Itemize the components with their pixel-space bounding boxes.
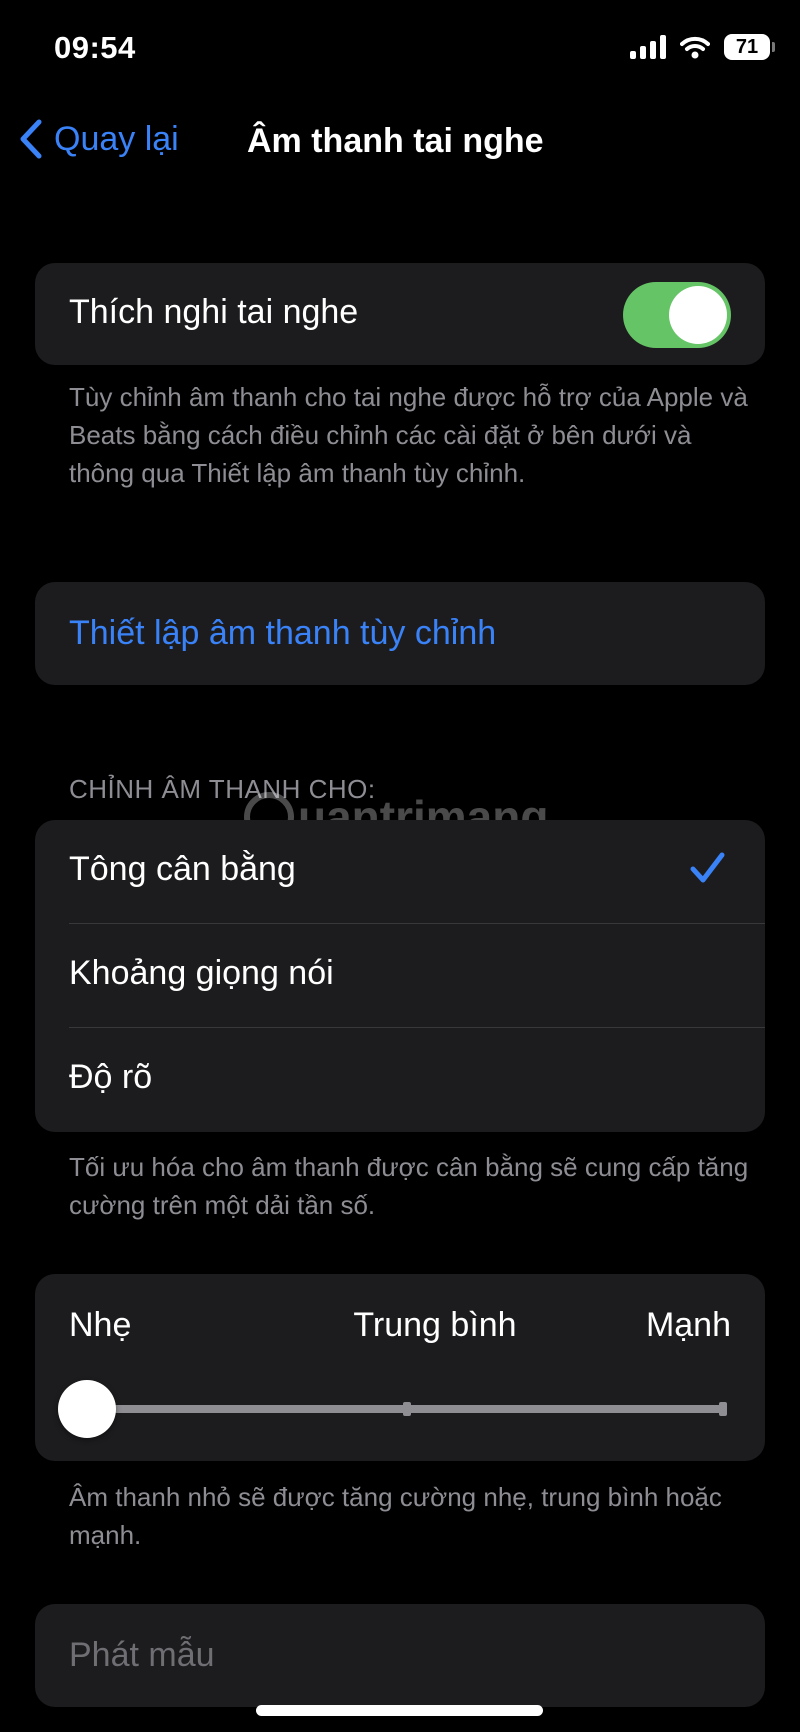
option-vocal-range[interactable]: Khoảng giọng nói bbox=[35, 924, 765, 1028]
status-bar: 09:54 71 bbox=[0, 0, 800, 100]
option-label: Tông cân bằng bbox=[69, 850, 296, 888]
chevron-left-icon bbox=[20, 119, 42, 159]
battery-icon: 71 bbox=[724, 34, 775, 60]
status-time: 09:54 bbox=[54, 30, 136, 65]
strength-slider[interactable] bbox=[58, 1380, 727, 1438]
custom-setup-card[interactable]: Thiết lập âm thanh tùy chỉnh bbox=[35, 582, 765, 685]
option-brightness[interactable]: Độ rõ bbox=[35, 1028, 765, 1132]
strength-card: Nhẹ Trung bình Mạnh bbox=[35, 1274, 765, 1461]
status-icons: 71 bbox=[630, 34, 775, 60]
checkmark-icon bbox=[690, 852, 725, 883]
back-button[interactable]: Quay lại bbox=[18, 118, 179, 160]
home-indicator bbox=[256, 1705, 543, 1716]
play-sample-label[interactable]: Phát mẫu bbox=[69, 1636, 215, 1675]
slider-thumb[interactable] bbox=[58, 1380, 116, 1438]
option-label: Độ rõ bbox=[69, 1058, 153, 1096]
option-balanced-tone[interactable]: Tông cân bằng bbox=[35, 820, 765, 924]
slider-label-light: Nhẹ bbox=[69, 1306, 132, 1344]
slider-label-medium: Trung bình bbox=[353, 1306, 517, 1344]
back-label: Quay lại bbox=[54, 119, 179, 158]
play-sample-card[interactable]: Phát mẫu bbox=[35, 1604, 765, 1707]
adaptation-label: Thích nghi tai nghe bbox=[69, 293, 359, 331]
tune-for-list: Tông cân bằng Khoảng giọng nói Độ rõ bbox=[35, 820, 765, 1132]
adaptation-note: Tùy chỉnh âm thanh cho tai nghe được hỗ … bbox=[69, 382, 748, 488]
adaptation-card: Thích nghi tai nghe bbox=[35, 263, 765, 365]
navigation-bar: Quay lại Âm thanh tai nghe bbox=[0, 100, 800, 180]
toggle-knob bbox=[669, 286, 727, 344]
page-title: Âm thanh tai nghe bbox=[247, 122, 544, 160]
strength-note: Âm thanh nhỏ sẽ được tăng cường nhẹ, tru… bbox=[69, 1482, 722, 1550]
cellular-signal-icon bbox=[630, 35, 666, 59]
slider-tick bbox=[403, 1402, 411, 1416]
slider-label-strong: Mạnh bbox=[645, 1306, 731, 1344]
wifi-icon bbox=[680, 36, 710, 59]
custom-setup-link[interactable]: Thiết lập âm thanh tùy chỉnh bbox=[69, 614, 496, 653]
adaptation-toggle[interactable] bbox=[623, 282, 731, 348]
slider-tick bbox=[719, 1402, 727, 1416]
tune-for-note: Tối ưu hóa cho âm thanh được cân bằng sẽ… bbox=[69, 1152, 749, 1220]
option-label: Khoảng giọng nói bbox=[69, 954, 334, 992]
